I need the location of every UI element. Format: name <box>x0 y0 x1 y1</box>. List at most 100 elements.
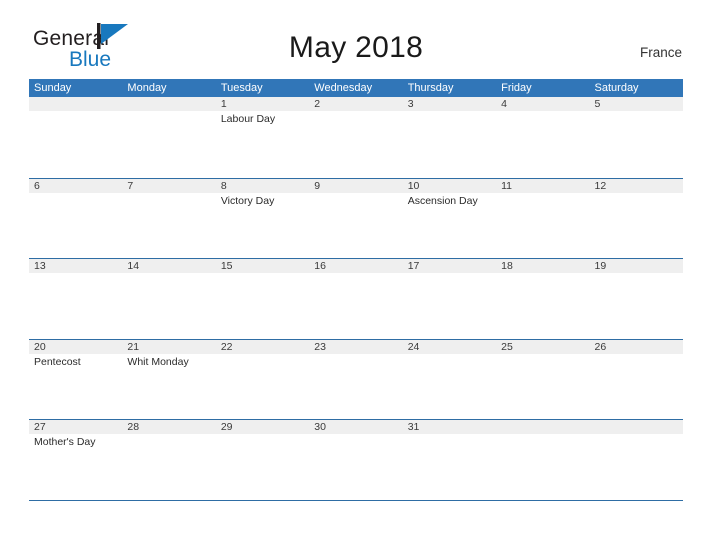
day-event-label <box>590 111 683 177</box>
week-event-band <box>29 273 683 339</box>
day-number[interactable]: 10 <box>403 179 496 193</box>
day-number[interactable]: 13 <box>29 259 122 273</box>
weekday-header-thursday: Thursday <box>407 82 454 94</box>
calendar-bottom-rule <box>29 500 683 501</box>
week-event-band: Mother's Day <box>29 434 683 500</box>
weekday-header-wednesday: Wednesday <box>314 82 373 94</box>
day-event-label: Mother's Day <box>34 436 96 448</box>
day-event-label <box>590 273 683 339</box>
day-number[interactable]: 6 <box>29 179 122 193</box>
day-event-label <box>590 193 683 259</box>
day-event-label <box>122 111 215 177</box>
day-event-label <box>216 354 309 420</box>
calendar-week-row: 6 7 8 9 10 11 12 Victory Day Ascension Day <box>29 177 683 259</box>
day-event-label <box>403 354 496 420</box>
day-number[interactable]: 20 <box>29 340 122 354</box>
day-number[interactable]: 15 <box>216 259 309 273</box>
day-event-label <box>309 111 402 177</box>
day-number[interactable] <box>29 97 122 111</box>
weekday-header-friday: Friday <box>501 82 532 94</box>
day-event-label <box>216 273 309 339</box>
day-event-label: Whit Monday <box>127 355 189 368</box>
calendar-page: General Blue May 2018 France Sunday Monda… <box>0 0 712 550</box>
calendar-grid: Sunday Monday Tuesday Wednesday Thursday Frid… <box>29 79 683 500</box>
day-event-label <box>29 111 122 177</box>
calendar-weeks: 1 2 3 4 5 Labour Day 6 7 8 9 10 11 12 Victory Day Asce… <box>29 97 683 500</box>
day-event-label <box>216 434 309 500</box>
page-header: General Blue May 2018 France <box>0 0 712 70</box>
day-event-label <box>590 354 683 420</box>
day-number[interactable]: 29 <box>216 420 309 434</box>
day-event-label <box>590 434 683 500</box>
day-number[interactable]: 8 <box>216 179 309 193</box>
day-number[interactable]: 23 <box>309 340 402 354</box>
day-number[interactable] <box>590 420 683 434</box>
day-number[interactable]: 30 <box>309 420 402 434</box>
day-event-label <box>29 193 122 259</box>
day-number[interactable]: 4 <box>496 97 589 111</box>
day-number[interactable]: 18 <box>496 259 589 273</box>
week-date-band: 20 21 22 23 24 25 26 <box>29 339 683 354</box>
day-number[interactable]: 12 <box>590 179 683 193</box>
day-event-label <box>309 354 402 420</box>
day-number[interactable]: 27 <box>29 420 122 434</box>
day-event-label <box>496 193 589 259</box>
calendar-week-row: 20 21 22 23 24 25 26 Pentecost Whit Monday <box>29 338 683 420</box>
day-event-label <box>496 111 589 177</box>
day-event-label <box>309 193 402 259</box>
day-event-label <box>496 354 589 420</box>
day-number[interactable]: 21 <box>122 340 215 354</box>
day-event-label <box>309 273 402 339</box>
week-date-band: 12345 <box>29 97 683 111</box>
week-date-band: 6 7 8 9 10 11 12 <box>29 178 683 193</box>
day-event-label <box>122 273 215 339</box>
week-event-band: Labour Day <box>29 111 683 177</box>
day-event-label <box>29 273 122 339</box>
day-event-label: Victory Day <box>220 194 275 207</box>
day-event-label <box>403 434 496 500</box>
day-number[interactable] <box>496 420 589 434</box>
day-event-label <box>403 273 496 339</box>
day-number[interactable]: 11 <box>496 179 589 193</box>
day-number[interactable]: 9 <box>309 179 402 193</box>
day-event-label: Ascension Day <box>407 194 478 207</box>
day-number[interactable]: 22 <box>216 340 309 354</box>
day-event-label: Pentecost <box>34 355 81 368</box>
calendar-week-row: 27 28 29 30 31 Mother's Day <box>29 419 683 500</box>
day-event-label <box>496 434 589 500</box>
day-number[interactable]: 14 <box>122 259 215 273</box>
day-event-label <box>309 434 402 500</box>
day-number[interactable]: 19 <box>590 259 683 273</box>
calendar-week-row: 13 14 15 16 17 18 19 <box>29 258 683 339</box>
day-number[interactable] <box>122 97 215 111</box>
day-event-label <box>496 273 589 339</box>
day-number[interactable]: 2 <box>309 97 402 111</box>
weekday-header-saturday: Saturday <box>594 82 639 94</box>
day-number[interactable]: 26 <box>590 340 683 354</box>
day-event-label <box>403 111 496 177</box>
day-number[interactable]: 1 <box>216 97 309 111</box>
calendar-week-row: 1 2 3 4 5 Labour Day <box>29 97 683 178</box>
weekday-header-tuesday: Tuesday <box>220 82 263 94</box>
day-event-label <box>122 434 215 500</box>
weekday-header-monday: Monday <box>127 82 167 94</box>
day-number[interactable]: 5 <box>590 97 683 111</box>
day-number[interactable]: 3 <box>403 97 496 111</box>
week-event-band: Victory Day Ascension Day <box>29 192 683 259</box>
week-event-band: Pentecost Whit Monday <box>29 353 683 420</box>
day-number[interactable]: 16 <box>309 259 402 273</box>
day-number[interactable]: 7 <box>122 179 215 193</box>
page-title: May 2018 <box>288 31 424 64</box>
day-number[interactable]: 31 <box>403 420 496 434</box>
weekday-header-sunday: Sunday <box>34 82 72 94</box>
country-label: France <box>639 45 682 60</box>
day-number[interactable]: 24 <box>403 340 496 354</box>
day-number[interactable]: 28 <box>122 420 215 434</box>
week-date-band: 13 14 15 16 17 18 19 <box>29 259 683 273</box>
day-number[interactable]: 25 <box>496 340 589 354</box>
day-event-label <box>122 193 215 259</box>
weekday-header-row: Sunday Monday Tuesday Wednesday Thursday Frid… <box>29 79 683 97</box>
day-number[interactable]: 17 <box>403 259 496 273</box>
week-date-band: 27 28 29 30 31 <box>29 420 683 434</box>
day-event-label: Labour Day <box>220 113 276 125</box>
